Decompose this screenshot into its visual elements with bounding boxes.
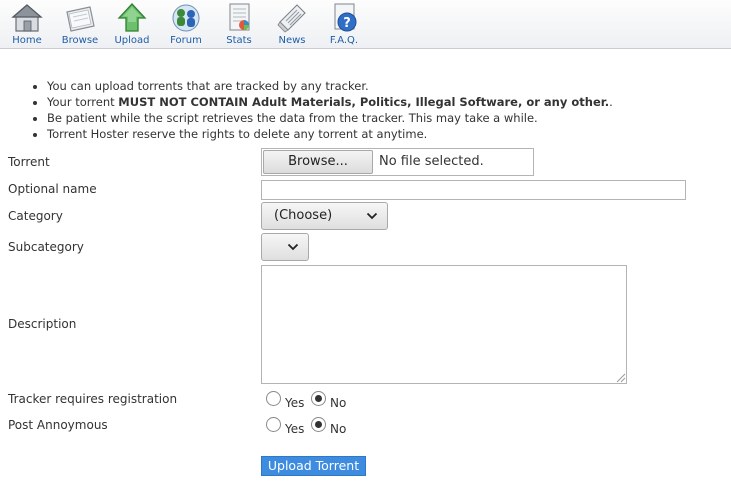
forum-people-icon xyxy=(172,4,200,32)
torrent-file-input[interactable]: Browse... No file selected. xyxy=(261,148,534,176)
chevron-down-icon xyxy=(366,212,378,220)
category-select[interactable]: (Choose) xyxy=(261,202,388,230)
nav-stats-label: Stats xyxy=(226,35,252,46)
browse-button[interactable]: Browse... xyxy=(263,150,373,174)
optional-name-label: Optional name xyxy=(8,182,97,196)
nav-stats[interactable]: Stats xyxy=(213,2,265,48)
nav-upload-label: Upload xyxy=(114,35,150,46)
post-anonymous-label: Post Annoymous xyxy=(8,418,108,432)
nav-news[interactable]: News xyxy=(266,2,318,48)
category-label: Category xyxy=(8,209,63,223)
post-anonymous-yes-label: Yes xyxy=(285,422,305,436)
post-anonymous-yes-radio[interactable] xyxy=(266,417,281,432)
rule-item: Be patient while the script retrieves th… xyxy=(47,110,613,126)
rule-item: Your torrent MUST NOT CONTAIN Adult Mate… xyxy=(47,94,613,110)
category-selected-value: (Choose) xyxy=(274,208,333,223)
description-label: Description xyxy=(8,317,77,331)
tracker-registration-yes-radio[interactable] xyxy=(266,391,281,406)
rule-item: You can upload torrents that are tracked… xyxy=(47,78,613,94)
subcategory-label: Subcategory xyxy=(8,240,84,254)
subcategory-select[interactable] xyxy=(261,233,309,261)
nav-browse-label: Browse xyxy=(61,35,99,46)
tracker-registration-yes-label: Yes xyxy=(285,396,305,410)
nav-home-label: Home xyxy=(12,35,42,46)
faq-question-icon: ? xyxy=(334,3,357,32)
nav-upload[interactable]: Upload xyxy=(106,2,158,48)
rule-text-prefix: Your torrent xyxy=(47,95,119,109)
stats-sheet-icon xyxy=(229,3,250,31)
torrent-label: Torrent xyxy=(8,155,50,169)
tracker-registration-label: Tracker requires registration xyxy=(8,392,178,406)
nav-news-label: News xyxy=(278,35,306,46)
post-anonymous-no-label: No xyxy=(330,422,347,436)
upload-arrow-icon xyxy=(117,3,147,32)
chevron-down-icon xyxy=(287,243,299,251)
svg-text:?: ? xyxy=(343,16,351,31)
newspaper-icon xyxy=(277,4,306,33)
nav-forum-label: Forum xyxy=(170,35,202,46)
top-navigation-bar: Home Browse Upload Forum Stats News ? F.… xyxy=(0,0,731,49)
tracker-registration-no-radio[interactable] xyxy=(311,391,326,406)
rule-item: Torrent Hoster reserve the rights to del… xyxy=(47,126,613,142)
nav-faq-label: F.A.Q. xyxy=(329,35,359,46)
rule-text-suffix: . xyxy=(609,95,613,109)
resize-grip-icon[interactable] xyxy=(614,371,626,383)
folder-icon xyxy=(66,6,95,32)
nav-forum[interactable]: Forum xyxy=(160,2,212,48)
post-anonymous-no-radio[interactable] xyxy=(311,417,326,432)
nav-faq[interactable]: ? F.A.Q. xyxy=(318,2,370,48)
file-status-text: No file selected. xyxy=(379,154,484,169)
description-textarea[interactable] xyxy=(261,265,627,384)
optional-name-input[interactable] xyxy=(261,180,686,200)
rule-text-bold: MUST NOT CONTAIN Adult Materials, Politi… xyxy=(118,95,610,109)
rule-text: Torrent Hoster reserve the rights to del… xyxy=(47,127,428,141)
nav-browse[interactable]: Browse xyxy=(54,2,106,48)
tracker-registration-no-label: No xyxy=(330,396,347,410)
rule-text: Be patient while the script retrieves th… xyxy=(47,111,538,125)
rule-text: You can upload torrents that are tracked… xyxy=(47,79,369,93)
upload-rules-list: You can upload torrents that are tracked… xyxy=(34,78,613,142)
upload-torrent-button[interactable]: Upload Torrent xyxy=(261,456,366,476)
house-icon xyxy=(11,4,43,32)
nav-home[interactable]: Home xyxy=(1,2,53,48)
